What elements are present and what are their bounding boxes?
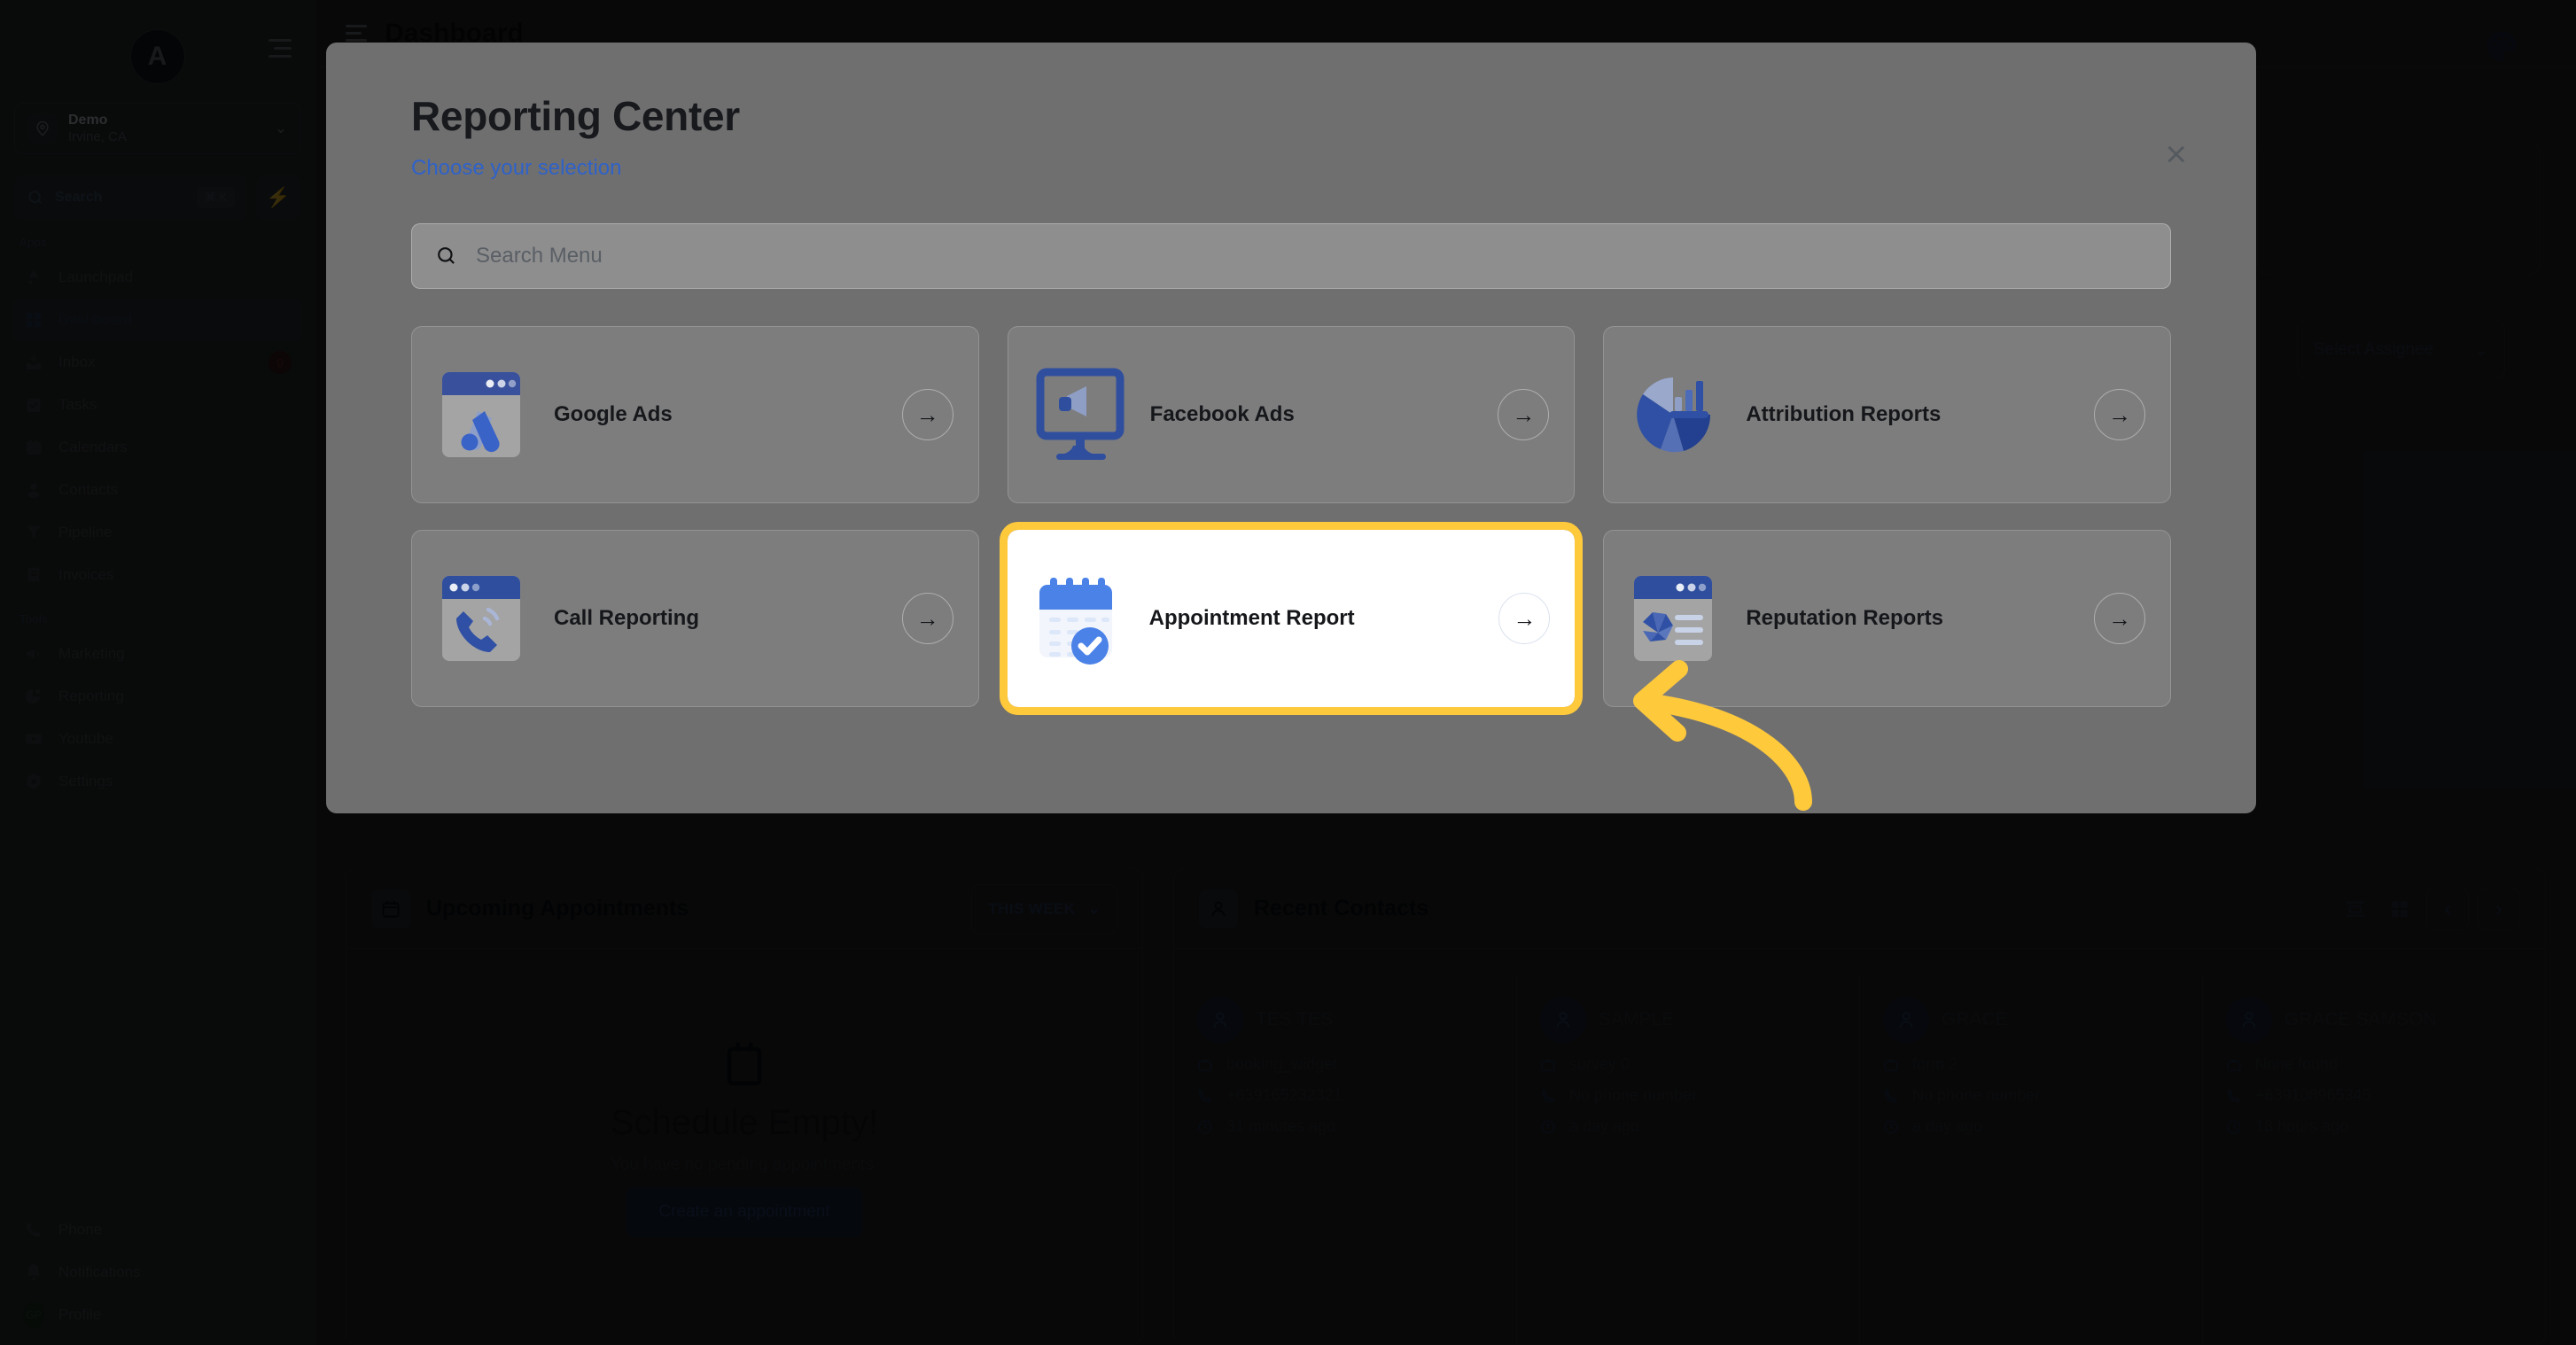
- report-card-google-ads[interactable]: Google Ads →: [411, 326, 979, 503]
- report-card-label: Attribution Reports: [1746, 402, 1942, 426]
- search-menu-input[interactable]: Search Menu: [411, 223, 2171, 289]
- modal-title: Reporting Center: [411, 93, 740, 139]
- modal-subtitle: Choose your selection: [411, 156, 622, 180]
- report-card-call-reporting[interactable]: Call Reporting →: [411, 530, 979, 707]
- facebook-ads-icon: [1033, 365, 1127, 464]
- google-ads-icon: [437, 365, 531, 464]
- search-icon: [435, 245, 458, 268]
- appointment-report-icon: [1032, 569, 1126, 668]
- arrow-right-icon[interactable]: →: [2094, 389, 2145, 440]
- arrow-right-icon[interactable]: →: [1498, 593, 1551, 644]
- search-menu-placeholder: Search Menu: [476, 244, 603, 268]
- report-card-label: Appointment Report: [1148, 606, 1355, 630]
- report-cards-grid: Google Ads → Facebook Ads → Attribution …: [411, 326, 2171, 715]
- report-card-reputation-reports[interactable]: Reputation Reports →: [1603, 530, 2171, 707]
- arrow-right-icon[interactable]: →: [901, 389, 953, 440]
- arrow-right-icon[interactable]: →: [2094, 593, 2145, 644]
- report-card-facebook-ads[interactable]: Facebook Ads →: [1007, 326, 1576, 503]
- call-reporting-icon: [437, 569, 531, 668]
- arrow-right-icon[interactable]: →: [1498, 389, 1550, 440]
- attribution-reports-icon: [1629, 365, 1723, 464]
- report-card-attribution-reports[interactable]: Attribution Reports →: [1603, 326, 2171, 503]
- reputation-reports-icon: [1629, 569, 1723, 668]
- screen: A Demo Irvine, CA ⌄: [0, 0, 2576, 1345]
- report-card-appointment-report[interactable]: Appointment Report →: [999, 522, 1584, 715]
- reporting-center-modal: × Reporting Center Choose your selection…: [326, 43, 2256, 813]
- report-card-label: Reputation Reports: [1746, 606, 1943, 630]
- arrow-right-icon[interactable]: →: [901, 593, 953, 644]
- report-card-label: Google Ads: [554, 402, 673, 426]
- close-icon[interactable]: ×: [2165, 136, 2187, 173]
- report-card-label: Call Reporting: [554, 606, 700, 630]
- report-card-label: Facebook Ads: [1149, 402, 1295, 426]
